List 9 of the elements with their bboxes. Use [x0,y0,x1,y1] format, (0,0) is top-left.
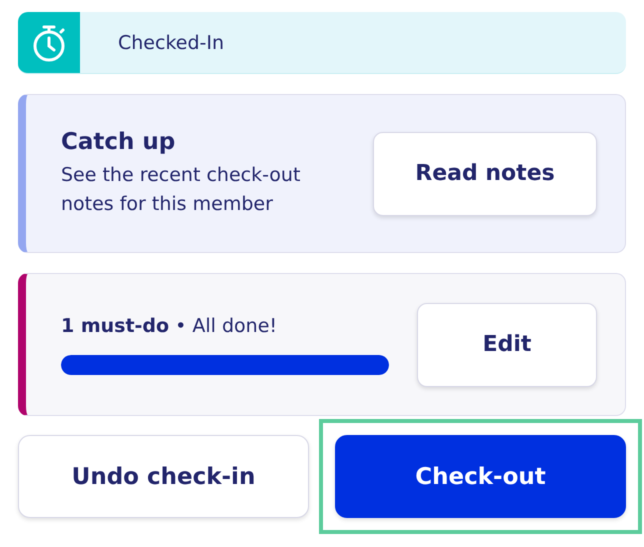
read-notes-button[interactable]: Read notes [373,132,597,216]
edit-button[interactable]: Edit [417,302,597,386]
stopwatch-icon [32,24,66,62]
undo-button[interactable]: Undo check-in [18,435,309,518]
must-do-summary: 1 must-do • All done! [61,314,278,336]
card-title: Catch up [61,128,176,154]
check-out-button[interactable]: Check-out [335,435,626,518]
card-description: See the recent check-out notes for this member [61,162,302,216]
status-label: Checked-In [118,32,224,54]
